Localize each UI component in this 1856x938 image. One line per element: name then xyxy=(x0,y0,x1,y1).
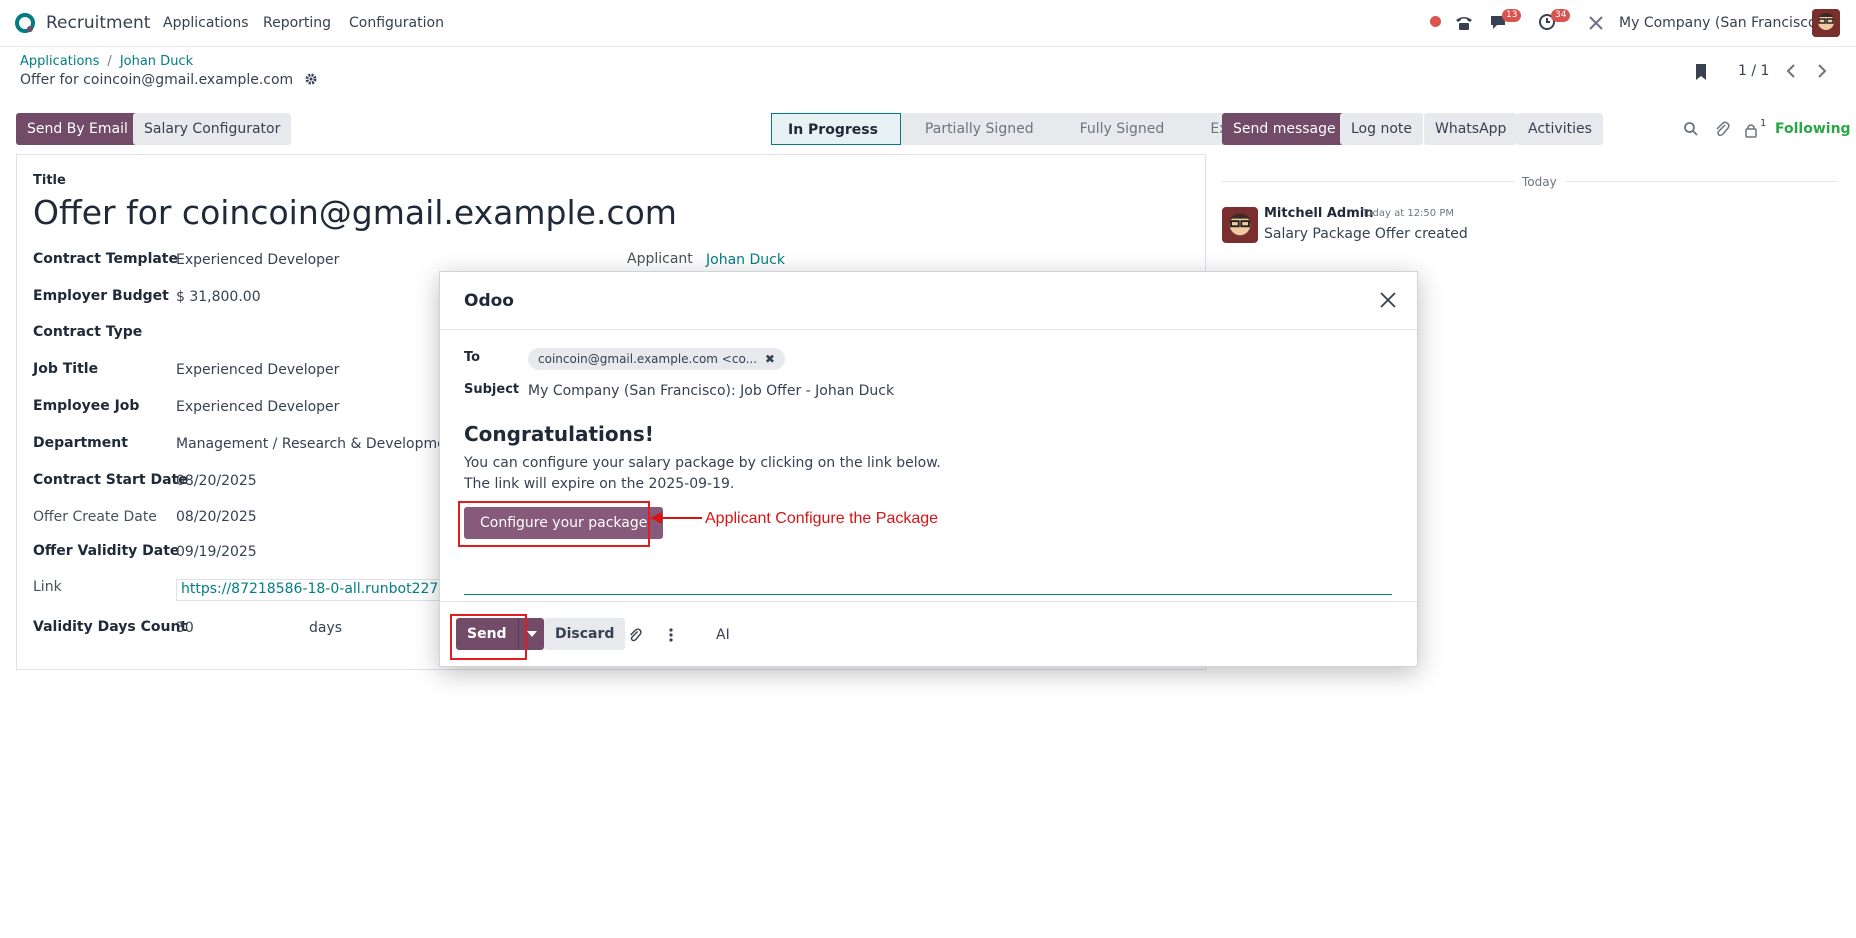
employee-job-label: Employee Job xyxy=(33,398,140,414)
record-title-text: Offer for coincoin@gmail.example.com xyxy=(20,72,294,88)
subject-field[interactable]: My Company (San Francisco): Job Offer - … xyxy=(528,383,894,399)
odoo-logo-icon[interactable] xyxy=(14,12,36,34)
message-author[interactable]: Mitchell Admin xyxy=(1264,206,1373,221)
salary-configurator-button[interactable]: Salary Configurator xyxy=(133,113,292,145)
highlight-box-send xyxy=(450,614,527,660)
stage-partially-signed[interactable]: Partially Signed xyxy=(900,113,1056,145)
contract-type-label: Contract Type xyxy=(33,324,143,340)
recipient-tag[interactable]: coincoin@gmail.example.com <co... ✖ xyxy=(528,348,785,370)
job-title-field[interactable]: Experienced Developer xyxy=(176,362,339,378)
dialog-header: Odoo xyxy=(440,272,1417,330)
stage-in-progress[interactable]: In Progress xyxy=(771,113,901,145)
department-field[interactable]: Management / Research & Development xyxy=(176,436,460,452)
author-avatar[interactable] xyxy=(1222,207,1258,243)
bookmark-icon[interactable] xyxy=(1693,62,1709,82)
date-separator: Today xyxy=(1514,175,1565,189)
offer-create-label: Offer Create Date xyxy=(33,509,157,525)
to-label: To xyxy=(464,350,481,365)
highlight-box-configure xyxy=(458,501,650,547)
offer-validity-label: Offer Validity Date xyxy=(33,543,180,559)
app-name[interactable]: Recruitment xyxy=(46,13,150,33)
chevron-right-icon[interactable] xyxy=(1814,62,1830,80)
message-time: Today at 12:50 PM xyxy=(1362,208,1454,219)
menu-applications[interactable]: Applications xyxy=(163,15,249,31)
attachment-icon[interactable] xyxy=(628,627,642,643)
contract-start-field[interactable]: 08/20/2025 xyxy=(176,473,257,489)
stage-fully-signed[interactable]: Fully Signed xyxy=(1055,113,1187,145)
dialog-footer-divider xyxy=(440,601,1417,602)
offer-create-field: 08/20/2025 xyxy=(176,509,257,525)
paperclip-icon[interactable] xyxy=(1714,120,1730,138)
menu-reporting[interactable]: Reporting xyxy=(263,15,331,31)
search-icon[interactable] xyxy=(1683,121,1699,137)
tools-icon[interactable] xyxy=(1587,14,1605,32)
contract-template-label: Contract Template xyxy=(33,251,178,267)
breadcrumb: Applications / Johan Duck xyxy=(20,54,194,69)
messages-badge: 13 xyxy=(1502,9,1522,22)
user-avatar[interactable] xyxy=(1812,9,1840,37)
message-body: Salary Package Offer created xyxy=(1264,226,1468,242)
activities-button[interactable]: 34 xyxy=(1537,9,1571,36)
email-composer-dialog: Odoo To coincoin@gmail.example.com <co..… xyxy=(439,271,1418,667)
annotation-text: Applicant Configure the Package xyxy=(705,510,939,527)
body-heading: Congratulations! xyxy=(464,422,654,446)
offer-validity-field[interactable]: 09/19/2025 xyxy=(176,544,257,560)
chevron-left-icon[interactable] xyxy=(1783,62,1799,80)
user-avatar-icon xyxy=(1812,9,1840,37)
followers-count: 1 xyxy=(1760,118,1767,129)
link-label: Link xyxy=(33,579,62,595)
employer-budget-field[interactable]: $ 31,800.00 xyxy=(176,289,261,305)
applicant-label: Applicant xyxy=(627,251,693,267)
employer-budget-label: Employer Budget xyxy=(33,288,169,304)
validity-days-field[interactable]: 30 xyxy=(176,620,194,636)
phone-icon[interactable] xyxy=(1454,13,1474,33)
body-line-1: You can configure your salary package by… xyxy=(464,455,941,471)
subject-label: Subject xyxy=(464,382,520,397)
caret-down-icon xyxy=(526,631,537,637)
contract-start-label: Contract Start Date xyxy=(33,472,188,488)
contract-template-field[interactable]: Experienced Developer xyxy=(176,252,339,268)
company-switcher[interactable]: My Company (San Francisco) xyxy=(1619,15,1822,31)
activities-button-chatter[interactable]: Activities xyxy=(1517,113,1603,145)
top-navbar: Recruitment Applications Reporting Confi… xyxy=(0,0,1856,47)
recipient-tag-text: coincoin@gmail.example.com <co... xyxy=(538,352,758,366)
remove-tag-icon[interactable]: ✖ xyxy=(765,352,775,366)
statusbar: In Progress Partially Signed Fully Signe… xyxy=(771,113,1286,145)
lock-icon xyxy=(1745,124,1757,138)
ai-button[interactable]: AI xyxy=(716,627,730,643)
activities-badge: 34 xyxy=(1551,9,1571,22)
job-title-label: Job Title xyxy=(33,361,99,377)
discard-button[interactable]: Discard xyxy=(544,618,626,650)
annotation-arrow-icon xyxy=(650,512,702,524)
department-label: Department xyxy=(33,435,128,451)
gear-icon[interactable] xyxy=(304,72,318,86)
title-field[interactable]: Offer for coincoin@gmail.example.com xyxy=(33,193,677,232)
menu-configuration[interactable]: Configuration xyxy=(349,15,444,31)
validity-days-label: Validity Days Count xyxy=(33,619,188,635)
breadcrumb-johan-duck[interactable]: Johan Duck xyxy=(120,54,193,69)
dialog-title: Odoo xyxy=(464,291,514,311)
editor-bottom-border xyxy=(464,594,1392,595)
close-icon[interactable] xyxy=(1376,288,1400,312)
link-field[interactable]: https://87218586-18-0-all.runbot227.odc xyxy=(176,579,441,601)
send-message-button[interactable]: Send message xyxy=(1222,113,1347,145)
applicant-link[interactable]: Johan Duck xyxy=(706,252,785,268)
record-indicator-icon[interactable] xyxy=(1430,16,1441,27)
employee-job-field[interactable]: Experienced Developer xyxy=(176,399,339,415)
followers-button[interactable]: 1 xyxy=(1742,118,1772,140)
author-avatar-icon xyxy=(1222,207,1258,243)
record-title: Offer for coincoin@gmail.example.com xyxy=(20,72,318,88)
title-label: Title xyxy=(33,173,66,188)
body-line-2: The link will expire on the 2025-09-19. xyxy=(464,476,735,492)
more-options-icon[interactable] xyxy=(668,627,674,643)
pager-value[interactable]: 1 / 1 xyxy=(1738,63,1769,79)
whatsapp-button[interactable]: WhatsApp xyxy=(1424,113,1518,145)
breadcrumb-applications[interactable]: Applications xyxy=(20,54,99,69)
following-button[interactable]: Following xyxy=(1775,121,1851,137)
messages-button[interactable]: 13 xyxy=(1488,9,1522,36)
days-unit: days xyxy=(309,620,343,636)
log-note-button[interactable]: Log note xyxy=(1340,113,1423,145)
send-by-email-button[interactable]: Send By Email xyxy=(16,113,139,145)
